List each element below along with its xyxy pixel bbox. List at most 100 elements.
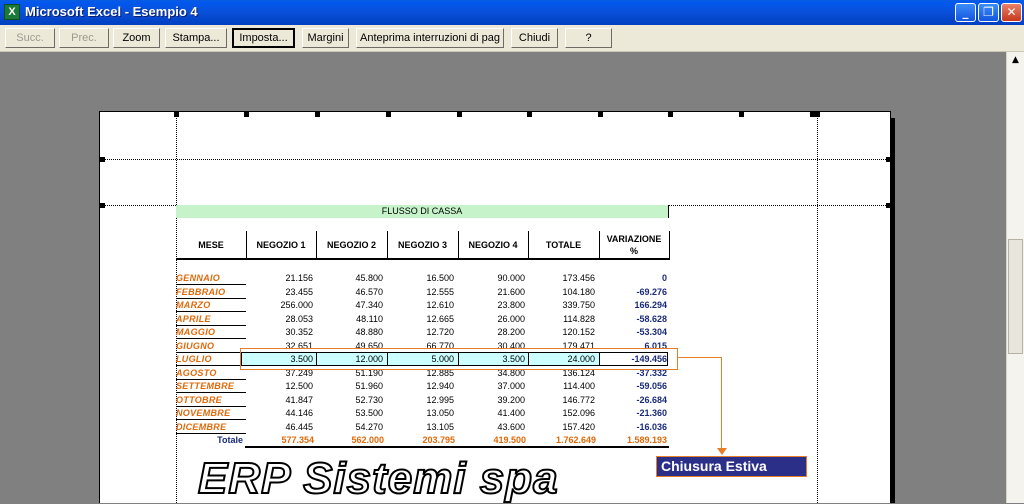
setup-button[interactable]: Imposta... [232, 28, 295, 48]
margin-handle[interactable] [100, 203, 105, 208]
cell-n2: 53.500 [355, 408, 383, 418]
cell-var: -16.036 [636, 421, 667, 432]
cell-tot: 114.828 [563, 313, 595, 324]
column-handle[interactable] [174, 112, 179, 117]
cell-n4: 21.600 [497, 286, 525, 297]
cell-n4: 23.800 [497, 300, 525, 310]
totals-label: Totale [217, 435, 243, 445]
cell-var: -26.684 [636, 394, 667, 405]
column-handle[interactable] [386, 112, 391, 117]
cell-var: -69.276 [636, 286, 667, 297]
cell-n1: 46.445 [285, 421, 313, 432]
title-bar[interactable]: X Microsoft Excel - Esempio 4 _ ❐ ✕ [0, 0, 1024, 25]
column-handle[interactable] [244, 112, 249, 117]
page-break-preview-button[interactable]: Anteprima interruzioni di pag [356, 28, 504, 48]
page-shadow [891, 118, 895, 503]
column-handle[interactable] [739, 112, 744, 117]
header-negozio-2: NEGOZIO 2 [316, 231, 387, 260]
scroll-up-arrow-icon[interactable]: ▲ [1008, 53, 1023, 68]
cell-n3: 16.500 [426, 273, 454, 283]
column-handle[interactable] [598, 112, 603, 117]
cell-n3: 12.940 [426, 381, 454, 391]
cell-n1: 44.146 [285, 408, 313, 418]
cell-n1: 23.455 [285, 286, 313, 297]
vertical-scrollbar[interactable]: ▲ [1006, 52, 1024, 503]
total-negozio-1: 577.354 [281, 435, 314, 445]
cell-n1: 256.000 [280, 300, 313, 310]
cell-n2: 52.730 [355, 394, 383, 405]
total-totale: 1.762.649 [555, 435, 596, 445]
month-label: MARZO [176, 299, 246, 312]
next-page-button[interactable]: Succ. [5, 28, 55, 48]
cell-tot: 120.152 [562, 327, 595, 337]
cell-n3: 13.105 [426, 421, 454, 432]
cell-n2: 54.270 [355, 421, 383, 432]
cell-var: -58.628 [636, 313, 667, 324]
column-handle[interactable] [315, 112, 320, 117]
cell-var: 166.294 [634, 300, 667, 310]
excel-app-icon: X [4, 4, 20, 20]
month-label: APRILE [176, 313, 246, 326]
month-label: SETTEMBRE [176, 380, 246, 393]
month-label: FEBBRAIO [176, 286, 246, 299]
cell-var: 0 [661, 273, 667, 283]
arrow-down-icon [717, 448, 727, 455]
cash-flow-title: FLUSSO DI CASSA [176, 205, 669, 218]
callout-connector [721, 357, 722, 452]
column-handle[interactable] [527, 112, 532, 117]
header-variazione: VARIAZIONE % [599, 231, 669, 260]
cell-n4: 41.400 [497, 408, 525, 418]
cell-n3: 12.610 [426, 300, 454, 310]
header-margin-guide[interactable] [100, 159, 890, 160]
margin-handle[interactable] [886, 157, 891, 162]
totals-underline [245, 446, 669, 448]
month-label: LUGLIO [176, 353, 246, 366]
right-margin-guide[interactable] [817, 112, 818, 503]
cell-n4: 37.000 [497, 381, 525, 391]
cell-n4: 28.200 [497, 327, 525, 337]
cell-tot: 146.772 [562, 394, 595, 405]
close-icon[interactable]: ✕ [1001, 3, 1022, 22]
cell-n3: 12.665 [426, 313, 454, 324]
cell-n2: 46.570 [355, 286, 383, 297]
cell-n1: 21.156 [285, 273, 313, 283]
scroll-thumb[interactable] [1008, 239, 1023, 354]
cell-n2: 47.340 [355, 300, 383, 310]
margins-button[interactable]: Margini [302, 28, 349, 48]
help-button[interactable]: ? [565, 28, 612, 48]
total-negozio-3: 203.795 [422, 435, 455, 445]
company-logo-wordart[interactable]: ERP Sistemi spa [197, 453, 559, 504]
margin-handle[interactable] [100, 157, 105, 162]
margin-handle[interactable] [886, 203, 891, 208]
print-button[interactable]: Stampa... [165, 28, 227, 48]
month-label: NOVEMBRE [176, 407, 246, 420]
month-label: GENNAIO [176, 272, 246, 285]
column-handle[interactable] [668, 112, 673, 117]
column-handle[interactable] [457, 112, 462, 117]
header-mese: MESE [176, 231, 246, 260]
cell-tot: 173.456 [562, 273, 595, 283]
month-label: GIUGNO [176, 340, 246, 353]
window-title: Microsoft Excel - Esempio 4 [25, 4, 198, 19]
total-negozio-4: 419.500 [493, 435, 526, 445]
cell-tot: 157.420 [562, 421, 595, 432]
header-negozio-3: NEGOZIO 3 [387, 231, 458, 260]
header-totale: TOTALE [528, 231, 599, 260]
annotation-label[interactable]: Chiusura Estiva [656, 456, 807, 477]
month-label: AGOSTO [176, 367, 246, 380]
previous-page-button[interactable]: Prec. [59, 28, 109, 48]
month-label: DICEMBRE [176, 421, 246, 434]
zoom-button[interactable]: Zoom [113, 28, 160, 48]
total-variazione: 1.589.193 [626, 435, 667, 445]
cell-n3: 12.555 [426, 286, 454, 297]
callout-rectangle[interactable] [240, 348, 678, 370]
cell-n1: 30.352 [285, 327, 313, 337]
close-preview-button[interactable]: Chiudi [511, 28, 558, 48]
cell-n4: 39.200 [497, 394, 525, 405]
column-handle[interactable] [815, 112, 820, 117]
cell-n4: 90.000 [497, 273, 525, 283]
total-negozio-2: 562.000 [351, 435, 384, 445]
print-preview-toolbar: Succ. Prec. Zoom Stampa... Imposta... Ma… [0, 25, 1024, 52]
restore-icon[interactable]: ❐ [978, 3, 999, 22]
minimize-icon[interactable]: _ [955, 3, 976, 22]
